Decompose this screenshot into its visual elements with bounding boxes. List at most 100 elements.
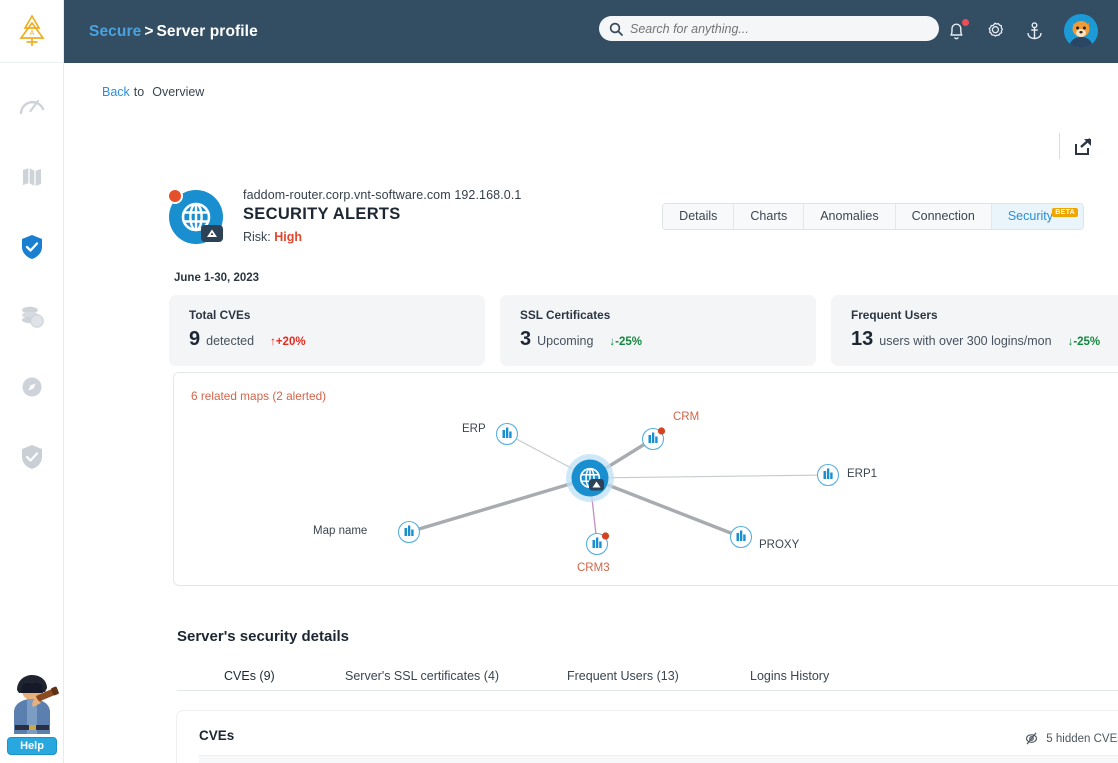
anchor-button[interactable] (1023, 20, 1045, 42)
search-input[interactable] (630, 21, 929, 36)
stat-delta: ↓-25% (1068, 336, 1101, 348)
stat-body: 3 Upcoming ↓-25% (520, 328, 796, 351)
sidebar-item-compliance[interactable] (10, 435, 54, 479)
security-alerts-page: A Help Secure > Server profile Search fo… (0, 0, 1118, 763)
col-vulnerability: Vulnerability (455, 755, 620, 763)
server-profile-text: faddom-router.corp.vnt-software.com 192.… (243, 188, 521, 244)
settings-button[interactable] (984, 20, 1006, 42)
share-export-button[interactable] (1073, 137, 1093, 162)
svg-text:A: A (29, 30, 34, 37)
risk-line: Risk: High (243, 230, 521, 244)
tab-security-label: Security (1007, 209, 1053, 223)
stat-body: 13 users with over 300 logins/mon ↓-25% (851, 328, 1118, 351)
graph-node-crm3[interactable] (585, 532, 610, 556)
cves-heading: CVEs (199, 728, 235, 743)
cves-table: Severity Software version Vulnerability … (199, 755, 1118, 763)
table-header-row: Severity Software version Vulnerability … (199, 755, 1118, 763)
main-content: Back to Overview faddom-router.corp.vnt-… (64, 63, 1118, 763)
explorer-telescope-avatar-icon (14, 675, 59, 734)
tab-connection[interactable]: Connection (895, 204, 992, 229)
notification-badge (962, 19, 969, 26)
share-export-icon (1075, 138, 1091, 155)
server-node-avatar (167, 188, 225, 246)
stat-label: detected (206, 334, 255, 348)
risk-label: Risk: (243, 230, 271, 244)
stat-card-frequent-users: Frequent Users 13 users with over 300 lo… (831, 295, 1118, 366)
shield-icon (21, 445, 42, 469)
left-sidebar: A Help (0, 0, 64, 763)
stat-card-row: Total CVEs 9 detected ↑+20% SSL Certific… (169, 295, 1118, 366)
global-search[interactable] (599, 16, 939, 41)
cves-card: CVEs 5 hidden CVEs Severity Softwa (177, 711, 1118, 763)
graph-label-map-name: Map name (313, 525, 368, 537)
tab-details[interactable]: Details (663, 204, 735, 229)
breadcrumb-separator: > (144, 22, 154, 40)
details-tab-frequent-users[interactable]: Frequent Users (13) (567, 669, 679, 683)
eye-off-icon (1026, 732, 1038, 745)
graph-center-node[interactable] (566, 454, 614, 502)
stat-card-total-cves: Total CVEs 9 detected ↑+20% (169, 295, 485, 366)
back-to-text: to (133, 85, 145, 99)
risk-value: High (274, 230, 303, 244)
sidebar-item-cost[interactable] (10, 295, 54, 339)
graph-node-proxy[interactable] (729, 525, 753, 549)
settings-gear-icon (988, 22, 1004, 37)
graph-edges (408, 433, 829, 545)
user-avatar[interactable] (1064, 14, 1098, 48)
graph-node-erp[interactable] (495, 422, 519, 446)
details-tab-cves[interactable]: CVEs (9) (224, 669, 275, 683)
stat-body: 9 detected ↑+20% (189, 328, 465, 351)
graph-node-crm[interactable] (641, 427, 666, 451)
sidebar-item-discover[interactable] (10, 365, 54, 409)
date-range: June 1-30, 2023 (174, 272, 260, 284)
graph-node-map-name[interactable] (397, 520, 421, 544)
col-publish-date: Publish Date (620, 755, 748, 763)
delta-value: +20% (275, 336, 306, 348)
tab-anomalies[interactable]: Anomalies (804, 204, 896, 229)
faddom-mark-icon (207, 229, 217, 237)
stat-number: 9 (189, 328, 201, 350)
graph-label-crm: CRM (673, 411, 700, 423)
search-icon (609, 22, 623, 36)
sidebar-nav-list (0, 85, 63, 479)
app-logo[interactable]: A (0, 0, 63, 63)
breadcrumb-secure-link[interactable]: Secure (89, 23, 141, 40)
graph-node-erp1[interactable] (816, 463, 840, 487)
hidden-cves-toggle[interactable]: 5 hidden CVEs (1024, 731, 1118, 746)
server-type-badge (201, 225, 223, 242)
details-tab-logins-history[interactable]: Logins History (750, 669, 829, 683)
coins-stack-icon (21, 306, 44, 328)
stat-delta: ↓-25% (609, 336, 642, 348)
profile-tabs: Details Charts Anomalies Connection Secu… (662, 203, 1084, 230)
col-select-all (199, 755, 231, 763)
tab-security[interactable]: Security BETA (991, 204, 1083, 229)
hidden-cves-label: 5 hidden CVEs (1046, 732, 1118, 745)
sidebar-item-secure[interactable] (10, 225, 54, 269)
delta-value: -25% (615, 336, 643, 348)
stat-card-ssl-certificates: SSL Certificates 3 Upcoming ↓-25% (500, 295, 816, 366)
stat-label: users with over 300 logins/mon (879, 334, 1052, 348)
stat-title: Frequent Users (851, 308, 938, 322)
delta-value: -25% (1073, 336, 1101, 348)
breadcrumb-current: Server profile (156, 22, 258, 40)
back-row: Back to Overview (64, 63, 1118, 99)
security-details-title: Server's security details (177, 628, 350, 645)
graph-label-erp1: ERP1 (847, 468, 878, 480)
stat-number: 13 (851, 328, 874, 350)
stat-title: Total CVEs (189, 308, 251, 322)
col-expand (1098, 755, 1118, 763)
notifications-button[interactable] (945, 19, 969, 42)
related-maps-graph[interactable] (174, 373, 1118, 587)
stat-title: SSL Certificates (520, 308, 611, 322)
help-button[interactable]: Help (7, 737, 57, 755)
tab-charts[interactable]: Charts (734, 204, 805, 229)
sidebar-item-maps[interactable] (10, 155, 54, 199)
back-link[interactable]: Back (102, 85, 130, 99)
graph-label-crm3: CRM3 (577, 562, 610, 574)
beta-badge: BETA (1052, 208, 1078, 217)
details-tab-bar: CVEs (9) Server's SSL certificates (4) F… (177, 665, 1118, 691)
server-hostname: faddom-router.corp.vnt-software.com 192.… (243, 188, 522, 202)
details-tab-ssl[interactable]: Server's SSL certificates (4) (345, 669, 499, 683)
sidebar-item-dashboard[interactable] (10, 85, 54, 129)
sidebar-help-area: Help (0, 668, 64, 761)
